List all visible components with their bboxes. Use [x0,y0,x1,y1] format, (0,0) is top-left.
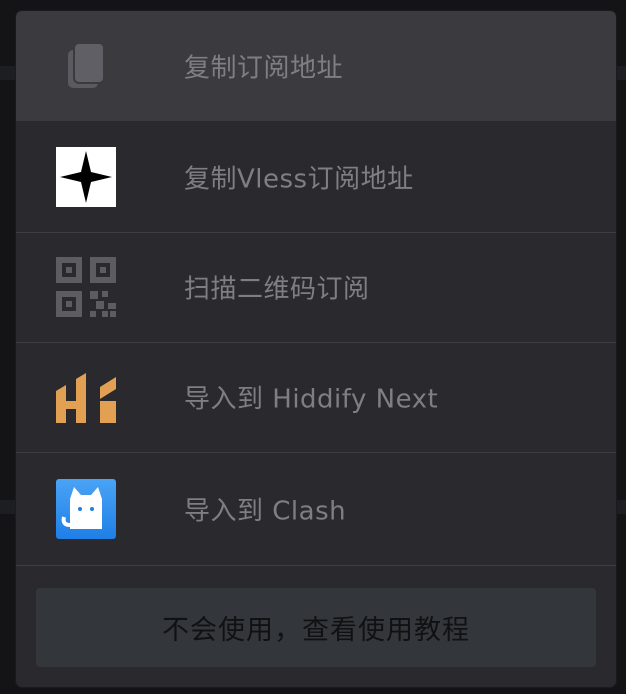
vless-star-icon [56,147,116,207]
subscription-action-sheet: 复制订阅地址 复制Vless订阅地址 扫描二维码订阅 导入到 Hiddify N… [16,11,616,687]
copy-vless-label: 复制Vless订阅地址 [184,164,414,195]
scan-qr-subscription-item[interactable]: 扫描二维码订阅 [16,232,616,343]
copy-vless-subscription-item[interactable]: 复制Vless订阅地址 [16,122,616,233]
view-tutorial-button[interactable]: 不会使用，查看使用教程 [36,588,596,667]
import-clash-label: 导入到 Clash [184,496,347,527]
import-hiddify-item[interactable]: 导入到 Hiddify Next [16,342,616,453]
copy-subscription-item[interactable]: 复制订阅地址 [16,11,616,121]
copy-subscription-label: 复制订阅地址 [184,53,344,84]
copy-icon [56,36,116,96]
qr-code-icon [56,257,116,317]
view-tutorial-label: 不会使用，查看使用教程 [162,615,470,646]
scan-qr-label: 扫描二维码订阅 [184,274,370,305]
hiddify-icon [56,367,116,427]
import-hiddify-label: 导入到 Hiddify Next [184,384,439,415]
import-clash-item[interactable]: 导入到 Clash [16,453,616,566]
clash-cat-icon [56,479,116,539]
